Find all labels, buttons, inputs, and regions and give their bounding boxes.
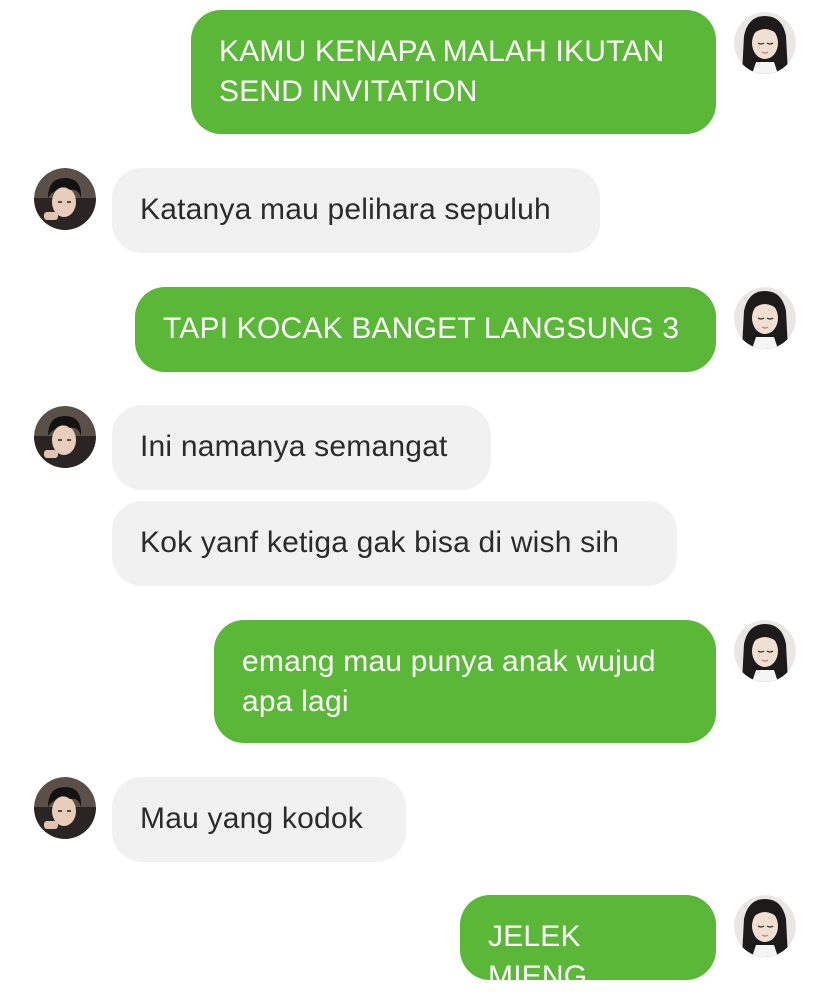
contact-avatar[interactable] [34,168,96,230]
my-avatar[interactable] [734,895,796,957]
message-text: Katanya mau pelihara sepuluh [140,193,551,226]
outgoing-message-bubble[interactable]: emang mau punya anak wujud apa lagi [214,620,716,743]
incoming-message-bubble[interactable]: Katanya mau pelihara sepuluh [112,168,600,253]
incoming-message-bubble[interactable]: Mau yang kodok [112,777,406,862]
my-avatar[interactable] [734,287,796,349]
message-text: Ini namanya semangat [140,430,448,463]
my-avatar[interactable] [734,620,796,682]
message-text: JELEK MIENG [488,920,588,993]
outgoing-message-bubble[interactable]: TAPI KOCAK BANGET LANGSUNG 3 [135,287,716,372]
outgoing-message-bubble[interactable]: KAMU KENAPA MALAH IKUTAN SEND INVITATION [191,10,716,134]
avatar-girl-long-dark-hair-icon [734,620,796,682]
contact-avatar[interactable] [34,777,96,839]
incoming-message-bubble[interactable]: Ini namanya semangat [112,405,491,490]
avatar-girl-long-dark-hair-icon [734,12,796,74]
avatar-boy-dark-hair-icon [34,168,96,230]
outgoing-message-bubble[interactable]: JELEK MIENG [460,895,716,993]
message-text: KAMU KENAPA MALAH IKUTAN SEND INVITATION [219,35,665,108]
contact-avatar[interactable] [34,406,96,468]
message-text: TAPI KOCAK BANGET LANGSUNG 3 [163,312,680,345]
my-avatar[interactable] [734,12,796,74]
incoming-message-bubble[interactable]: Kok yanf ketiga gak bisa di wish sih [112,501,677,586]
avatar-girl-long-dark-hair-icon [734,287,796,349]
message-text: emang mau punya anak wujud apa lagi [242,645,656,718]
message-text: Kok yanf ketiga gak bisa di wish sih [140,526,620,559]
avatar-girl-long-dark-hair-icon [734,895,796,957]
avatar-boy-dark-hair-icon [34,777,96,839]
avatar-boy-dark-hair-icon [34,406,96,468]
message-text: Mau yang kodok [140,802,363,835]
chat-thread: KAMU KENAPA MALAH IKUTAN SEND INVITATION [0,0,828,993]
